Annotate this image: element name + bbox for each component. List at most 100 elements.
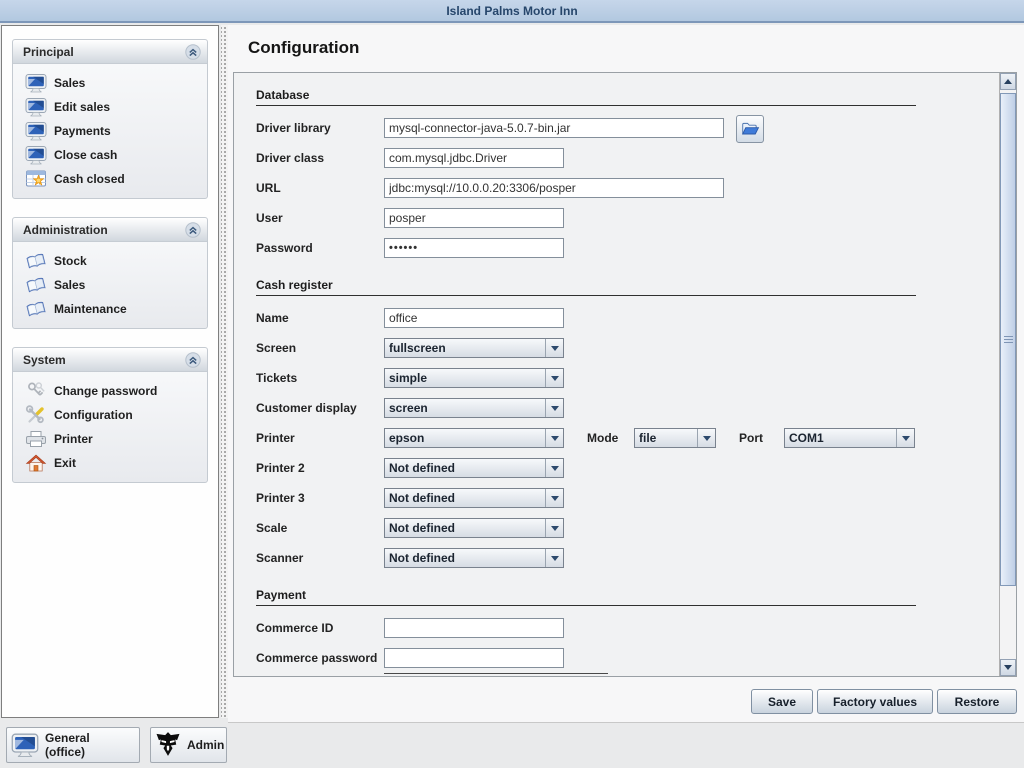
- sidebar-item-maintenance[interactable]: Maintenance: [13, 297, 207, 321]
- form-row-printer2: Printer 2 Not defined: [234, 458, 974, 478]
- url-input[interactable]: [384, 178, 724, 198]
- section-heading-cash-register: Cash register: [256, 278, 916, 296]
- triangle-down-icon: [1004, 665, 1012, 670]
- customer-display-select[interactable]: screen: [384, 398, 564, 418]
- save-button[interactable]: Save: [751, 689, 813, 714]
- configuration-form-scrollpane: Database Driver library Driver class URL…: [233, 72, 1017, 677]
- user-input[interactable]: [384, 208, 564, 228]
- sidebar-item-label: Sales: [54, 278, 85, 292]
- collapse-up-icon[interactable]: [185, 44, 201, 60]
- chevron-down-icon: [545, 519, 563, 537]
- section-heading-database: Database: [256, 88, 916, 106]
- page-title: Configuration: [248, 38, 359, 58]
- sidebar-item-printer[interactable]: Printer: [13, 427, 207, 451]
- collapse-up-icon[interactable]: [185, 222, 201, 238]
- form-row-printer3: Printer 3 Not defined: [234, 488, 974, 508]
- sidebar-item-payments[interactable]: Payments: [13, 119, 207, 143]
- vertical-scrollbar[interactable]: [999, 73, 1016, 676]
- folder-open-icon: [740, 119, 760, 139]
- monitor-icon: [25, 72, 47, 94]
- sidebar-item-label: Stock: [54, 254, 87, 268]
- printer3-select[interactable]: Not defined: [384, 488, 564, 508]
- commerce-id-input[interactable]: [384, 618, 564, 638]
- panel-title: Administration: [23, 223, 185, 237]
- form-row-commerce-id: Commerce ID: [234, 618, 974, 638]
- factory-values-button[interactable]: Factory values: [817, 689, 933, 714]
- form-row-commerce-password: Commerce password: [234, 648, 974, 668]
- sidebar-panel-principal: Principal Sales Edit sales Payments Clos…: [12, 39, 208, 199]
- field-label: Customer display: [256, 398, 357, 418]
- sidebar-splitter[interactable]: [221, 25, 228, 718]
- book-icon: [25, 250, 47, 272]
- keys-icon: [25, 380, 47, 402]
- monitor-icon: [25, 96, 47, 118]
- form-row-customer-display: Customer display screen: [234, 398, 974, 418]
- field-label: Printer: [256, 428, 295, 448]
- chevron-down-icon: [697, 429, 715, 447]
- commerce-password-input[interactable]: [384, 648, 564, 668]
- field-label: Driver library: [256, 118, 331, 138]
- sidebar-item-admin-sales[interactable]: Sales: [13, 273, 207, 297]
- monitor-icon: [11, 731, 39, 759]
- sidebar-item-configuration[interactable]: Configuration: [13, 403, 207, 427]
- sidebar-item-exit[interactable]: Exit: [13, 451, 207, 475]
- field-label: Driver class: [256, 148, 324, 168]
- field-label: URL: [256, 178, 281, 198]
- collapse-up-icon[interactable]: [185, 352, 201, 368]
- browse-button[interactable]: [736, 115, 764, 143]
- panel-header-principal: Principal: [13, 40, 207, 64]
- thumb-grip: [1004, 336, 1013, 344]
- chevron-down-icon: [896, 429, 914, 447]
- sidebar-item-label: Close cash: [54, 148, 117, 162]
- sidebar-item-label: Sales: [54, 76, 85, 90]
- form-row-tickets: Tickets simple: [234, 368, 974, 388]
- driver-library-input[interactable]: [384, 118, 724, 138]
- scrollbar-thumb[interactable]: [1000, 93, 1016, 586]
- form-row-password: Password: [234, 238, 974, 258]
- password-input[interactable]: [384, 238, 564, 258]
- sidebar-item-sales[interactable]: Sales: [13, 71, 207, 95]
- book-icon: [25, 298, 47, 320]
- chevron-down-icon: [545, 429, 563, 447]
- form-row-printer: Printer epson Mode file Port COM1: [234, 428, 974, 448]
- printer-mode-select[interactable]: file: [634, 428, 716, 448]
- terminal-button[interactable]: General (office): [6, 727, 140, 763]
- driver-class-input[interactable]: [384, 148, 564, 168]
- scanner-select[interactable]: Not defined: [384, 548, 564, 568]
- form-row-user: User: [234, 208, 974, 228]
- sidebar-item-close-cash[interactable]: Close cash: [13, 143, 207, 167]
- form-row-scale: Scale Not defined: [234, 518, 974, 538]
- chevron-down-icon: [545, 549, 563, 567]
- sidebar-item-label: Exit: [54, 456, 76, 470]
- sidebar-item-label: Printer: [54, 432, 93, 446]
- name-input[interactable]: [384, 308, 564, 328]
- tickets-select[interactable]: simple: [384, 368, 564, 388]
- printer2-select[interactable]: Not defined: [384, 458, 564, 478]
- printer-select[interactable]: epson: [384, 428, 564, 448]
- field-label: Scanner: [256, 548, 303, 568]
- form-row-driver-library: Driver library: [234, 118, 974, 138]
- form-row-scanner: Scanner Not defined: [234, 548, 974, 568]
- sidebar-item-stock[interactable]: Stock: [13, 249, 207, 273]
- panel-header-system: System: [13, 348, 207, 372]
- scroll-up-button[interactable]: [1000, 73, 1016, 90]
- clipped-element-edge: [384, 673, 608, 674]
- scale-select[interactable]: Not defined: [384, 518, 564, 538]
- printer-port-select[interactable]: COM1: [784, 428, 915, 448]
- scroll-down-button[interactable]: [1000, 659, 1016, 676]
- triangle-up-icon: [1004, 79, 1012, 84]
- sidebar-item-cash-closed[interactable]: Cash closed: [13, 167, 207, 191]
- field-label: Printer 2: [256, 458, 305, 478]
- screen-select[interactable]: fullscreen: [384, 338, 564, 358]
- sidebar-item-edit-sales[interactable]: Edit sales: [13, 95, 207, 119]
- home-icon: [25, 452, 47, 474]
- sidebar: Principal Sales Edit sales Payments Clos…: [1, 25, 219, 718]
- form-row-driver-class: Driver class: [234, 148, 974, 168]
- sidebar-item-change-password[interactable]: Change password: [13, 379, 207, 403]
- restore-button[interactable]: Restore: [937, 689, 1017, 714]
- sidebar-item-label: Edit sales: [54, 100, 110, 114]
- admin-user-button[interactable]: Admin: [150, 727, 227, 763]
- sidebar-item-label: Change password: [54, 384, 157, 398]
- sidebar-item-label: Cash closed: [54, 172, 125, 186]
- chevron-down-icon: [545, 369, 563, 387]
